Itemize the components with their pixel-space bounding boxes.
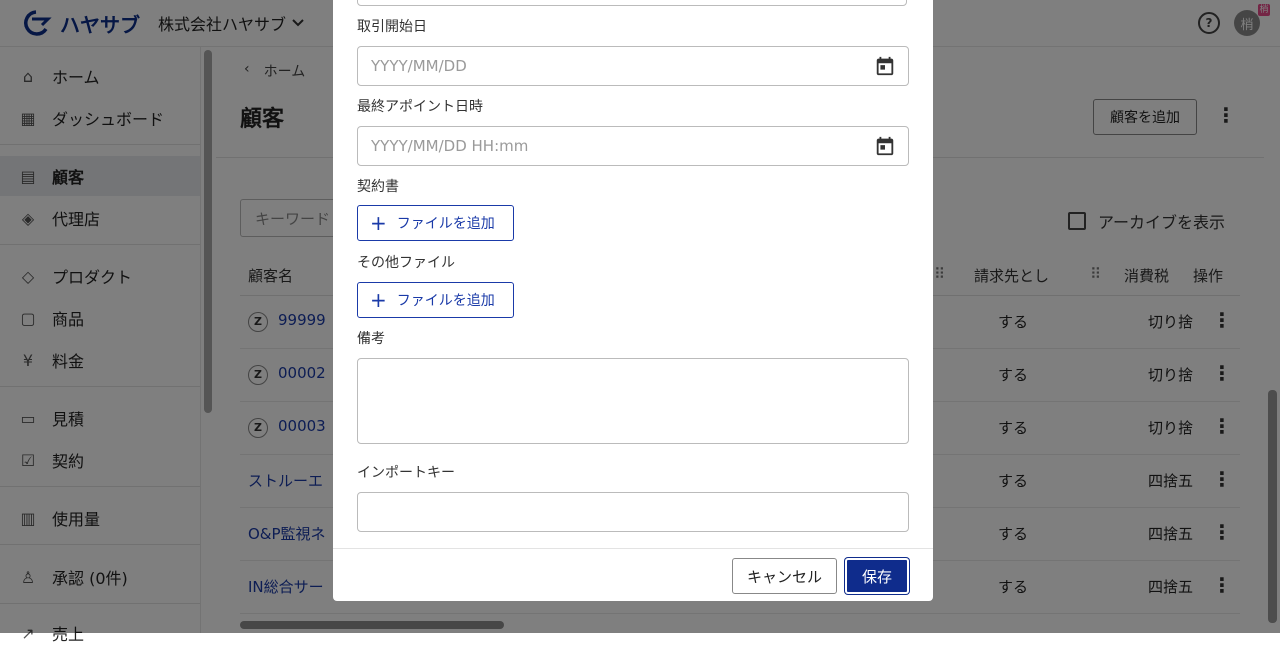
plus-icon: +: [370, 288, 387, 312]
dialog-footer: キャンセル 保存: [333, 548, 933, 601]
other-files-label: その他ファイル: [357, 255, 455, 271]
start-date-placeholder: YYYY/MM/DD: [371, 57, 467, 75]
save-button[interactable]: 保存: [845, 558, 909, 594]
import-key-label: インポートキー: [357, 465, 455, 481]
add-contract-file-button[interactable]: + ファイルを追加: [357, 205, 514, 241]
start-date-label: 取引開始日: [357, 19, 427, 35]
contract-label: 契約書: [357, 179, 399, 195]
start-date-input[interactable]: YYYY/MM/DD: [357, 46, 909, 86]
plus-icon: +: [370, 211, 387, 235]
last-appointment-input[interactable]: YYYY/MM/DD HH:mm: [357, 126, 909, 166]
add-file-label: ファイルを追加: [396, 293, 495, 309]
add-other-file-button[interactable]: + ファイルを追加: [357, 282, 514, 318]
calendar-icon[interactable]: [874, 55, 896, 77]
cancel-button[interactable]: キャンセル: [732, 558, 837, 594]
notes-label: 備考: [357, 331, 385, 347]
customer-edit-dialog: 取引開始日 YYYY/MM/DD 最終アポイント日時 YYYY/MM/DD HH…: [333, 0, 933, 601]
calendar-icon[interactable]: [874, 135, 896, 157]
last-appointment-placeholder: YYYY/MM/DD HH:mm: [371, 137, 529, 155]
last-appointment-label: 最終アポイント日時: [357, 99, 483, 115]
add-file-label: ファイルを追加: [396, 216, 495, 232]
previous-field-edge[interactable]: [357, 0, 907, 6]
notes-textarea[interactable]: [357, 358, 909, 444]
import-key-input[interactable]: [357, 492, 909, 532]
